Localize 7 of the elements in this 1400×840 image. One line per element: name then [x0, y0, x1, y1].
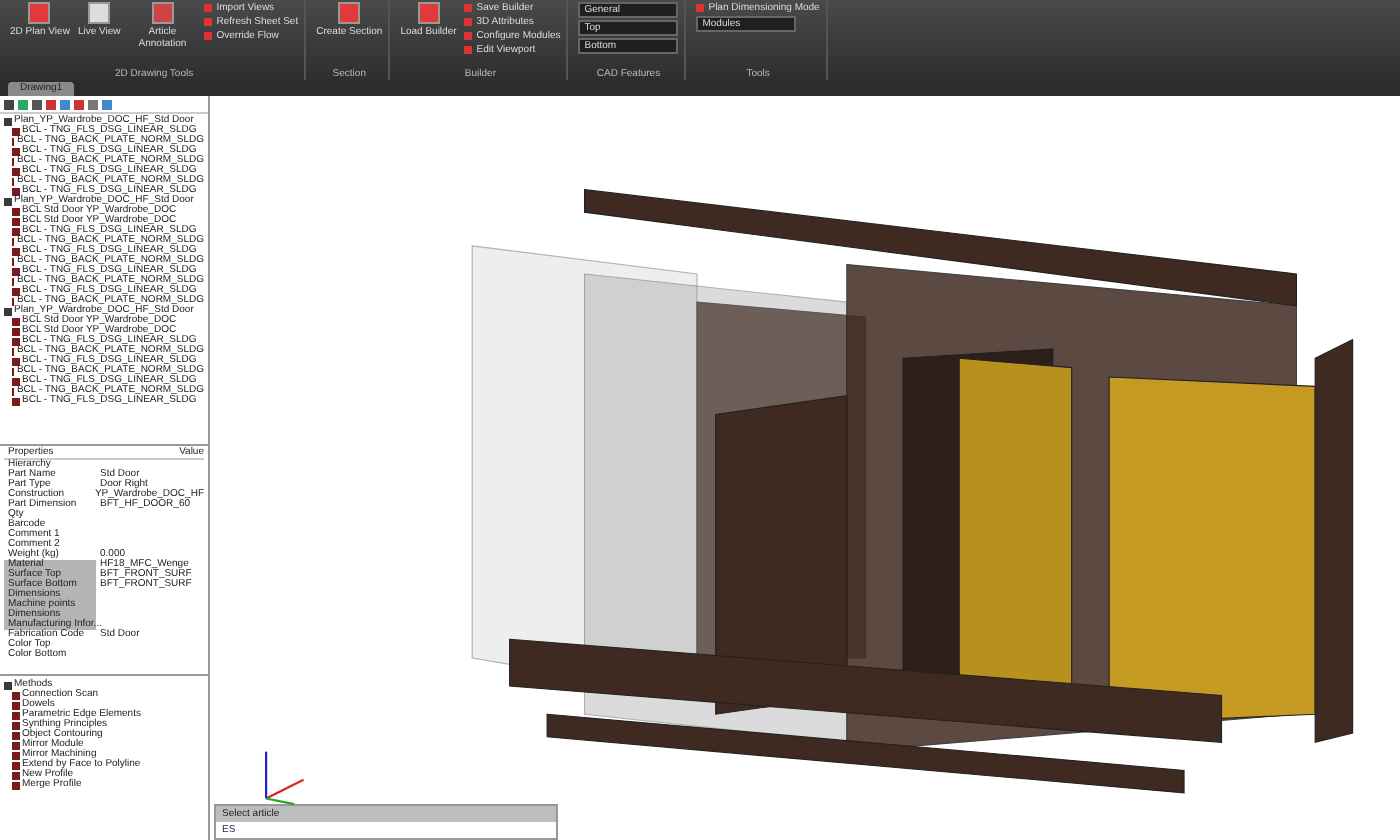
tool-icon: [338, 2, 361, 24]
tool-icon: [696, 4, 705, 12]
axis-icon: [264, 751, 305, 806]
tool-icon: [151, 2, 174, 24]
tool-icon: [28, 2, 51, 24]
tool-icon: [417, 2, 440, 24]
tool-icon: [88, 2, 111, 24]
